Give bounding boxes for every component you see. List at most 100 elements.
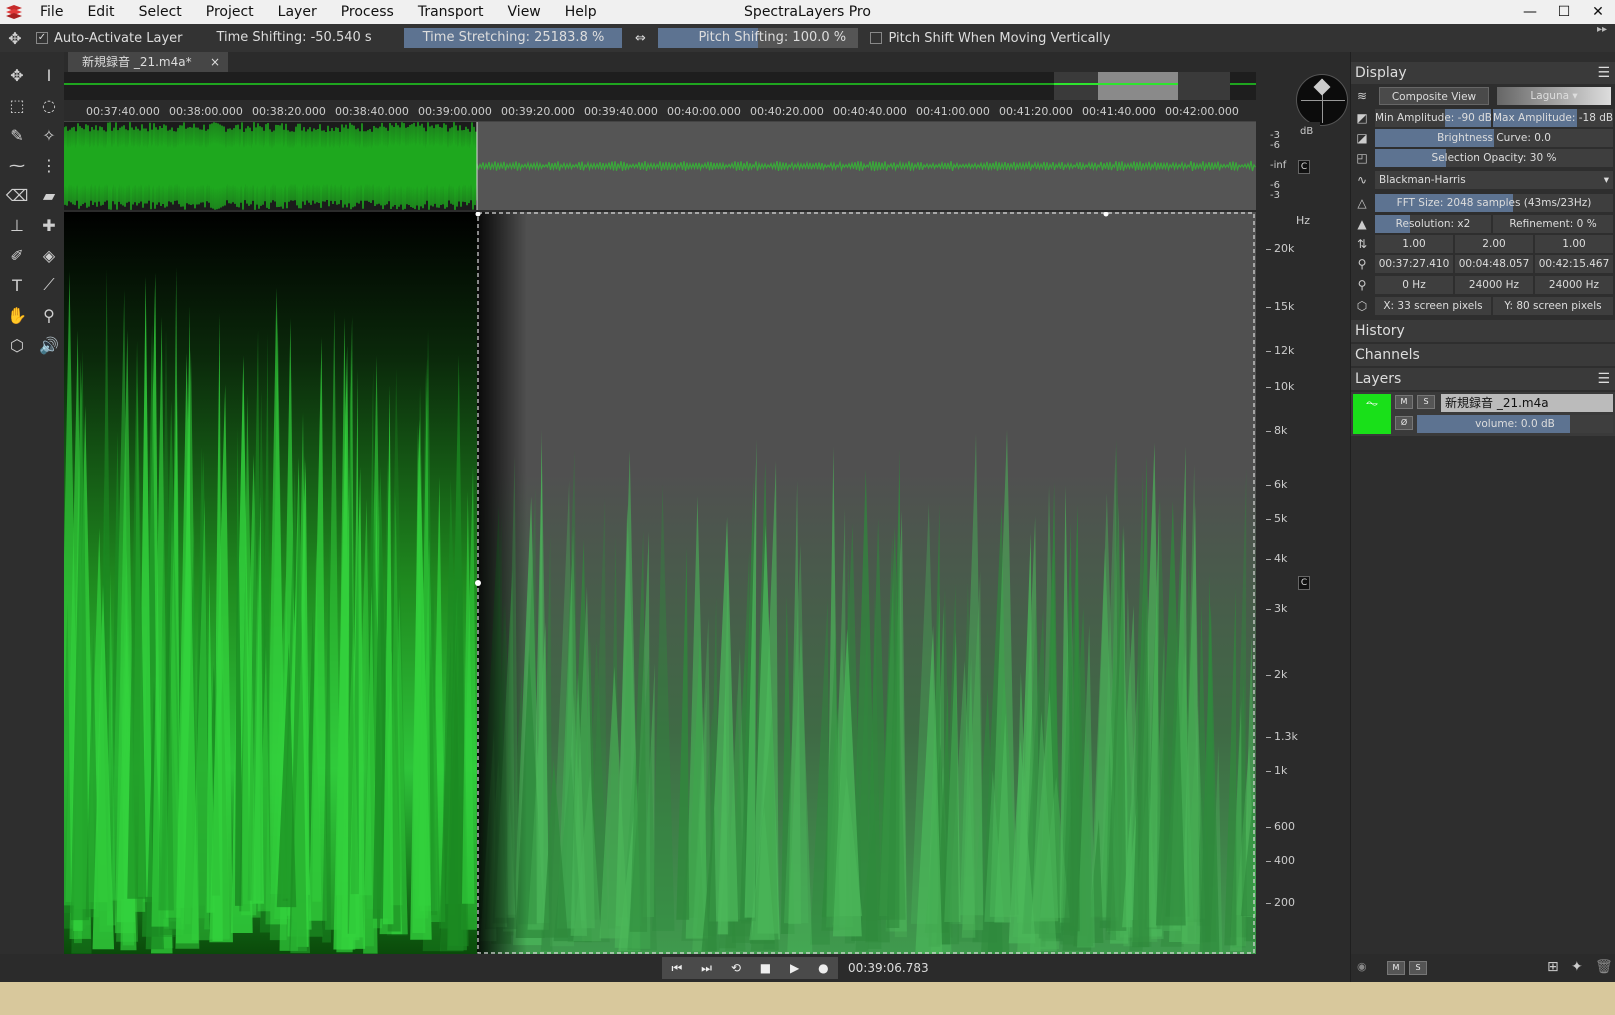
hand-tool-button[interactable]: ✋ bbox=[4, 302, 30, 328]
layer-mute-button[interactable]: M bbox=[1395, 395, 1413, 409]
eraser-tool-button[interactable]: ⌫ bbox=[4, 182, 30, 208]
layer-solo-button[interactable]: S bbox=[1417, 395, 1435, 409]
pitch-shift-vertical-checkbox[interactable]: Pitch Shift When Moving Vertically bbox=[870, 31, 1110, 46]
refinement-slider[interactable]: Refinement: 0 % bbox=[1493, 215, 1613, 233]
overview-viewport-handle[interactable] bbox=[1098, 72, 1178, 100]
menu-select[interactable]: Select bbox=[127, 0, 194, 24]
overview-navigator[interactable] bbox=[64, 72, 1256, 100]
clone-stamp-tool-button[interactable]: ⊥ bbox=[4, 212, 30, 238]
magic-wand-tool-button[interactable]: ✧ bbox=[36, 122, 62, 148]
spectrogram-channel-badge[interactable]: C bbox=[1298, 576, 1310, 590]
layer-phase-invert-button[interactable]: Ø bbox=[1395, 416, 1413, 430]
time-stretching-field[interactable]: Time Stretching: 25183.8 % bbox=[404, 28, 623, 48]
min-amplitude-slider[interactable]: Min Amplitude: -90 dB bbox=[1375, 109, 1491, 127]
auto-activate-layer-checkbox[interactable]: ✓ Auto-Activate Layer bbox=[36, 31, 182, 46]
menu-file[interactable]: File bbox=[28, 0, 75, 24]
maximize-button[interactable]: ☐ bbox=[1547, 0, 1581, 24]
document-tab[interactable]: 新規録音 _21.m4a* × bbox=[68, 52, 228, 72]
composite-view-button[interactable]: Composite View bbox=[1379, 87, 1489, 105]
time-select-tool-button[interactable]: I bbox=[36, 62, 62, 88]
view-end-time-field[interactable]: 00:42:15.467 bbox=[1535, 255, 1613, 273]
waveform-view[interactable] bbox=[64, 122, 1256, 210]
history-panel-header[interactable]: History bbox=[1351, 320, 1615, 342]
move-tool-button[interactable]: ✥ bbox=[4, 62, 30, 88]
view-min-freq-field[interactable]: 0 Hz bbox=[1375, 276, 1453, 294]
new-audio-layer-icon[interactable]: ✦ bbox=[1571, 959, 1583, 975]
menu-help[interactable]: Help bbox=[553, 0, 609, 24]
document-tab-close-button[interactable]: × bbox=[210, 52, 220, 72]
footer-mute-button[interactable]: M bbox=[1387, 961, 1405, 975]
ratio-field[interactable]: 1.00 bbox=[1535, 235, 1613, 253]
view-start-time-field[interactable]: 00:37:27.410 bbox=[1375, 255, 1453, 273]
zoom-tool-button[interactable]: ⚲ bbox=[36, 302, 62, 328]
layer-name-field[interactable]: 新規録音 _21.m4a bbox=[1441, 394, 1613, 412]
layers-menu-icon[interactable]: ☰ bbox=[1597, 368, 1610, 390]
loop-button[interactable]: ⟲ bbox=[731, 961, 741, 975]
stop-button[interactable]: ■ bbox=[760, 961, 771, 975]
view-max-freq-field[interactable]: 24000 Hz bbox=[1535, 276, 1613, 294]
record-button[interactable]: ● bbox=[818, 961, 828, 975]
footer-solo-button[interactable]: S bbox=[1409, 961, 1427, 975]
brightness-curve-slider[interactable]: Brightness Curve: 0.0 bbox=[1375, 129, 1613, 147]
heal-tool-button[interactable]: ✚ bbox=[36, 212, 62, 238]
brush-select-tool-button[interactable]: ✎ bbox=[4, 122, 30, 148]
layer-visibility-icon[interactable]: ◉ bbox=[1357, 960, 1367, 973]
max-amplitude-slider[interactable]: Max Amplitude: -18 dB bbox=[1493, 109, 1613, 127]
display-menu-icon[interactable]: ☰ bbox=[1597, 62, 1610, 84]
expand-panel-icon[interactable]: ▸▸ bbox=[1597, 24, 1607, 35]
text-tool-button[interactable]: T bbox=[4, 272, 30, 298]
selection-opacity-slider[interactable]: Selection Opacity: 30 % bbox=[1375, 149, 1613, 167]
eyedropper-tool-button[interactable]: ⟋ bbox=[36, 272, 62, 298]
link-icon[interactable]: ⇔ bbox=[630, 31, 650, 46]
auto-activate-check: ✓ bbox=[36, 32, 48, 44]
play-button[interactable]: ▶ bbox=[790, 961, 799, 975]
dotted-line-tool-button[interactable]: ⋮ bbox=[36, 152, 62, 178]
go-to-start-button[interactable]: ⏮ bbox=[671, 961, 682, 976]
ratio-field[interactable]: 1.00 bbox=[1375, 235, 1453, 253]
pencil-tool-button[interactable]: ✐ bbox=[4, 242, 30, 268]
layers-panel-header[interactable]: Layers ☰ bbox=[1351, 368, 1615, 390]
3d-view-tool-button[interactable]: ⬡ bbox=[4, 332, 30, 358]
time-ruler-label: 00:39:20.000 bbox=[501, 105, 575, 118]
3d-navigation-widget[interactable] bbox=[1296, 74, 1348, 126]
resolution-slider[interactable]: Resolution: x2 bbox=[1375, 215, 1491, 233]
menu-project[interactable]: Project bbox=[194, 0, 266, 24]
smart-eraser-tool-button[interactable]: ▰ bbox=[36, 182, 62, 208]
channels-panel-header[interactable]: Channels bbox=[1351, 344, 1615, 366]
time-ruler[interactable]: 00:37:40.000 00:38:00.000 00:38:20.000 00:3… bbox=[64, 100, 1256, 122]
layer-volume-slider[interactable]: volume: 0.0 dB bbox=[1417, 415, 1613, 433]
new-layer-icon[interactable]: ⊞ bbox=[1547, 959, 1559, 975]
fill-tool-button[interactable]: ◈ bbox=[36, 242, 62, 268]
go-to-end-button[interactable]: ⏭ bbox=[701, 961, 712, 976]
frequency-label: 4k bbox=[1266, 552, 1287, 565]
layer-row[interactable]: ⏦ M S 新規録音 _21.m4a Ø volume: 0.0 dB bbox=[1351, 392, 1615, 436]
display-panel-header[interactable]: Display ☰ bbox=[1351, 62, 1615, 84]
layer-thumbnail-icon[interactable]: ⏦ bbox=[1353, 394, 1391, 434]
menu-edit[interactable]: Edit bbox=[75, 0, 126, 24]
fft-size-slider[interactable]: FFT Size: 2048 samples (43ms/23Hz) bbox=[1375, 194, 1613, 212]
menu-layer[interactable]: Layer bbox=[266, 0, 329, 24]
lasso-tool-button[interactable]: ◌ bbox=[36, 92, 62, 118]
selection-handle[interactable] bbox=[475, 580, 481, 586]
line-tool-button[interactable]: ⁓ bbox=[4, 152, 30, 178]
pitch-shifting-field[interactable]: Pitch Shifting: 100.0 % bbox=[658, 28, 859, 48]
colormap-select[interactable]: Laguna ▾ bbox=[1497, 87, 1611, 105]
menu-view[interactable]: View bbox=[496, 0, 553, 24]
x-pixels-field[interactable]: X: 33 screen pixels bbox=[1375, 297, 1491, 315]
delete-layer-icon[interactable]: 🗑 bbox=[1595, 959, 1613, 975]
ratio-field[interactable]: 2.00 bbox=[1455, 235, 1533, 253]
menu-transport[interactable]: Transport bbox=[406, 0, 496, 24]
rectangle-select-tool-button[interactable]: ⬚ bbox=[4, 92, 30, 118]
view-freq-range-field[interactable]: 24000 Hz bbox=[1455, 276, 1533, 294]
menu-process[interactable]: Process bbox=[329, 0, 406, 24]
minimize-button[interactable]: — bbox=[1513, 0, 1547, 24]
view-length-field[interactable]: 00:04:48.057 bbox=[1455, 255, 1533, 273]
close-window-button[interactable]: ✕ bbox=[1581, 0, 1615, 24]
speaker-tool-button[interactable]: 🔊 bbox=[36, 332, 62, 358]
time-shifting-field[interactable]: Time Shifting: -50.540 s bbox=[208, 28, 398, 48]
frequency-label: 2k bbox=[1266, 668, 1287, 681]
spectrogram-view[interactable] bbox=[64, 212, 1256, 954]
y-pixels-field[interactable]: Y: 80 screen pixels bbox=[1493, 297, 1613, 315]
waveform-channel-badge[interactable]: C bbox=[1298, 160, 1310, 174]
window-function-select[interactable]: Blackman-Harris ▾ bbox=[1375, 171, 1613, 189]
